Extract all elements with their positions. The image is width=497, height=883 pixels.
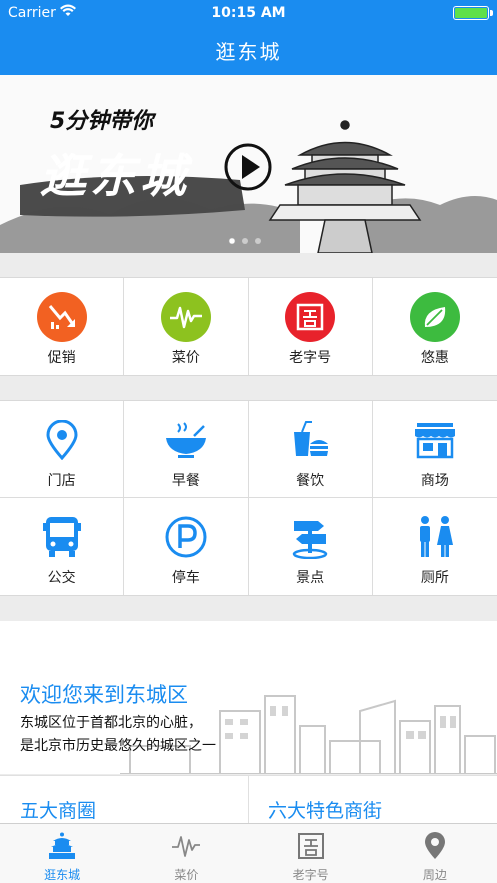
tab-nearby[interactable]: 周边 (373, 824, 497, 883)
grid-item-discount[interactable]: 悠惠 (373, 278, 497, 375)
card-featured-streets[interactable]: 六大特色商街 (268, 796, 382, 823)
pulse-icon (124, 832, 248, 860)
signpost-icon (249, 512, 372, 562)
grid-item-bus[interactable]: 公交 (0, 498, 125, 595)
grid-item-restroom[interactable]: 厕所 (373, 498, 497, 595)
parking-icon (124, 512, 247, 562)
page-title: 逛东城 (215, 40, 282, 64)
tab-label: 菜价 (174, 868, 199, 882)
location-pin-icon (0, 415, 123, 465)
temple-icon (0, 832, 124, 860)
category-grid-services: 门店 早餐 餐饮 商场 公交 停车 景点 厕所 (0, 400, 497, 596)
category-grid-primary: 促销 菜价 老字号 悠惠 (0, 277, 497, 376)
app-root: Carrier 10:15 AM 逛东城 5分钟带你 逛东城 促销 菜价 老字号… (0, 0, 497, 883)
grid-item-label: 老字号 (289, 350, 332, 366)
grid-item-stores[interactable]: 门店 (0, 401, 125, 498)
fastfood-icon (249, 415, 372, 465)
card-divider (248, 776, 249, 824)
status-bar: Carrier 10:15 AM (0, 0, 497, 26)
grid-item-dining[interactable]: 餐饮 (248, 401, 373, 498)
old-brand-icon (285, 292, 336, 342)
storefront-icon (373, 415, 497, 465)
grid-item-label: 促销 (47, 350, 76, 366)
grid-item-promotion[interactable]: 促销 (0, 278, 125, 375)
banner-headline: 逛东城 (40, 149, 190, 203)
old-brand-icon (249, 832, 373, 860)
bus-icon (0, 512, 123, 562)
grid-item-mall[interactable]: 商场 (372, 401, 497, 498)
grid-item-label: 门店 (47, 473, 76, 489)
welcome-description-line2: 是北京市历史最悠久的城区之一 (20, 738, 216, 754)
grid-item-parking[interactable]: 停车 (124, 498, 249, 595)
promo-banner[interactable]: 5分钟带你 逛东城 (0, 75, 497, 253)
grid-item-breakfast[interactable]: 早餐 (124, 401, 249, 498)
grid-item-label: 商场 (420, 473, 449, 489)
grid-item-vegetable-price[interactable]: 菜价 (124, 278, 249, 375)
grid-item-label: 公交 (47, 570, 76, 586)
feature-cards: 五大商圈 六大特色商街 (0, 775, 497, 824)
clock-label: 10:15 AM (211, 5, 286, 21)
bowl-icon (124, 415, 247, 465)
grid-item-label: 餐饮 (296, 473, 325, 489)
welcome-section[interactable]: 欢迎您来到东城区 东城区位于首都北京的心脏， 是北京市历史最悠久的城区之一 (0, 621, 497, 774)
tab-label: 老字号 (292, 868, 329, 882)
tab-bar: 逛东城 菜价 老字号 周边 (0, 823, 497, 883)
grid-item-attractions[interactable]: 景点 (249, 498, 373, 595)
tab-label: 逛东城 (44, 868, 81, 882)
tab-vegetable-price[interactable]: 菜价 (124, 824, 248, 883)
grid-item-old-brand[interactable]: 老字号 (249, 278, 373, 375)
welcome-description-line1: 东城区位于首都北京的心脏， (20, 715, 202, 731)
leaf-icon (409, 292, 460, 342)
location-pin-icon (373, 832, 497, 860)
grid-item-label: 停车 (171, 570, 200, 586)
grid-item-label: 早餐 (171, 473, 200, 489)
restroom-icon (373, 512, 497, 562)
battery-icon (453, 6, 493, 20)
grid-item-label: 菜价 (171, 350, 200, 366)
grid-item-label: 景点 (296, 570, 325, 586)
grid-item-label: 悠惠 (420, 350, 449, 366)
card-business-districts[interactable]: 五大商圈 (20, 796, 96, 823)
pulse-icon (160, 292, 211, 342)
tab-label: 周边 (422, 868, 447, 882)
top-bar: Carrier 10:15 AM 逛东城 (0, 0, 497, 75)
grid-item-label: 厕所 (420, 570, 449, 586)
trend-down-icon (36, 292, 87, 342)
tab-old-brand[interactable]: 老字号 (249, 824, 373, 883)
banner-tagline: 5分钟带你 (50, 109, 154, 134)
welcome-title: 欢迎您来到东城区 (20, 683, 188, 707)
tab-explore[interactable]: 逛东城 (0, 824, 124, 883)
